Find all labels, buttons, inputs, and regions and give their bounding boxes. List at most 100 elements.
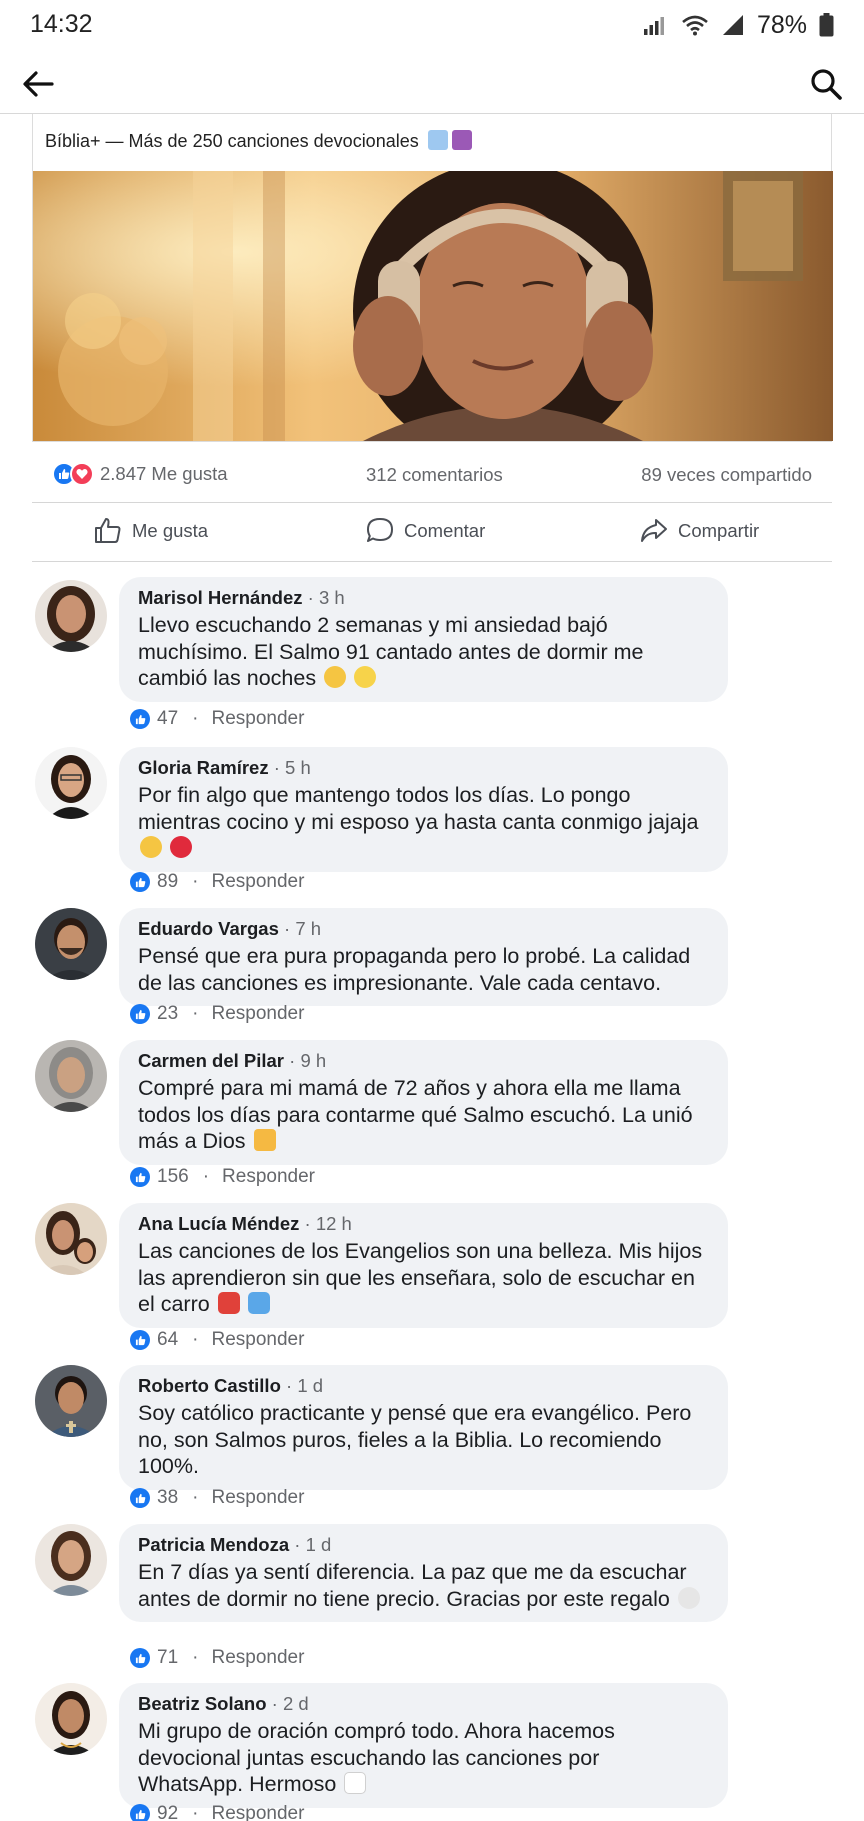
comment-author[interactable]: Gloria Ramírez <box>138 757 269 778</box>
reactions-summary[interactable]: 2.847 Me gusta <box>52 462 228 486</box>
comment-time: 12 h <box>315 1213 352 1234</box>
cross-icon <box>451 130 472 150</box>
comment-bubble: Gloria Ramírez · 5 h Por fin algo que ma… <box>119 747 728 872</box>
like-button[interactable]: Me gusta <box>94 517 208 544</box>
love-reaction-icon <box>70 462 94 486</box>
comment-author[interactable]: Carmen del Pilar <box>138 1050 284 1071</box>
music-note-icon <box>247 1292 270 1314</box>
praying-hands-icon <box>324 666 347 688</box>
battery-percent: 78% <box>756 10 807 39</box>
shares-count[interactable]: 89 veces compartido <box>641 464 812 486</box>
search-button[interactable] <box>806 65 846 103</box>
comment-author[interactable]: Marisol Hernández <box>138 587 303 608</box>
sparkles-icon <box>354 666 377 688</box>
like-count-icon <box>130 1804 150 1821</box>
comment-meta: 64 · Responder <box>130 1329 304 1351</box>
comment-author[interactable]: Roberto Castillo <box>138 1375 281 1396</box>
comment-time: 5 h <box>285 757 311 778</box>
comment-author[interactable]: Eduardo Vargas <box>138 918 279 939</box>
reply-button[interactable]: Responder <box>211 1329 304 1351</box>
like-count-icon <box>130 1330 150 1350</box>
comment-text: Compré para mi mamá de 72 años y ahora e… <box>138 1076 693 1153</box>
avatar[interactable] <box>35 580 107 652</box>
white-heart-icon <box>344 1772 367 1794</box>
share-arrow-icon <box>641 519 667 542</box>
comment-meta: 38 · Responder <box>130 1487 304 1509</box>
status-time: 14:32 <box>30 10 93 38</box>
avatar[interactable] <box>35 1365 107 1437</box>
reply-button[interactable]: Responder <box>222 1166 315 1188</box>
like-count-icon <box>130 1488 150 1508</box>
comment-meta: 47 · Responder <box>130 708 304 730</box>
reply-button[interactable]: Responder <box>211 1803 304 1821</box>
comment-like-count: 47 <box>157 708 179 729</box>
comment-meta: 92 · Responder <box>130 1803 304 1821</box>
status-bar: 14:32 78% <box>0 0 864 52</box>
comment-like-count: 23 <box>157 1003 179 1024</box>
post-card: Bíblia+ — Más de 250 canciones devociona… <box>32 114 833 442</box>
likes-count: 2.847 Me gusta <box>100 463 228 484</box>
comment-time: 2 d <box>282 1693 309 1714</box>
like-count-icon <box>130 1167 150 1187</box>
comment-meta: 23 · Responder <box>130 1003 304 1025</box>
comment-bubble-icon <box>367 518 393 542</box>
comment-text: Pensé que era pura propaganda pero lo pr… <box>138 944 691 995</box>
comment-meta: 89 · Responder <box>130 871 304 893</box>
like-button-label: Me gusta <box>132 519 209 541</box>
wifi-icon <box>682 15 708 36</box>
divider <box>32 561 832 562</box>
like-count-icon <box>130 872 150 892</box>
status-icons: 78% <box>643 10 834 40</box>
dove-icon <box>677 1586 700 1609</box>
reply-button[interactable]: Responder <box>211 871 304 893</box>
laughing-face-icon <box>140 836 162 858</box>
comment-like-count: 92 <box>157 1803 179 1821</box>
back-arrow-icon <box>23 71 54 97</box>
comment-bubble: Ana Lucía Méndez · 12 h Las canciones de… <box>119 1203 728 1328</box>
post-actions: Me gusta Comentar Compartir <box>32 503 832 561</box>
comment-text: Llevo escuchando 2 semanas y mi ansiedad… <box>138 613 644 690</box>
comment-author[interactable]: Beatriz Solano <box>138 1693 267 1714</box>
avatar[interactable] <box>35 1524 107 1596</box>
post-caption: Bíblia+ — Más de 250 canciones devociona… <box>45 130 472 152</box>
battery-icon <box>819 13 834 37</box>
reply-button[interactable]: Responder <box>211 1487 304 1509</box>
comments-count[interactable]: 312 comentarios <box>366 464 503 486</box>
avatar[interactable] <box>35 747 107 819</box>
avatar[interactable] <box>35 1683 107 1755</box>
comment-bubble: Eduardo Vargas · 7 h Pensé que era pura … <box>119 908 728 1006</box>
woman-headphones-image <box>33 171 833 441</box>
avatar[interactable] <box>35 908 107 980</box>
comment-bubble: Marisol Hernández · 3 h Llevo escuchando… <box>119 577 728 702</box>
comment-author[interactable]: Patricia Mendoza <box>138 1534 289 1555</box>
comment-text: En 7 días ya sentí diferencia. La paz qu… <box>138 1560 687 1611</box>
comment-text: Mi grupo de oración compró todo. Ahora h… <box>138 1719 615 1796</box>
back-button[interactable] <box>18 66 58 102</box>
reply-button[interactable]: Responder <box>211 708 304 730</box>
comment-meta: 71 · Responder <box>130 1647 304 1669</box>
comment-like-count: 38 <box>157 1487 179 1508</box>
reply-button[interactable]: Responder <box>211 1647 304 1669</box>
reply-button[interactable]: Responder <box>211 1003 304 1025</box>
comment-text: Por fin algo que mantengo todos los días… <box>138 783 699 834</box>
comment-author[interactable]: Ana Lucía Méndez <box>138 1213 299 1234</box>
comment-like-count: 71 <box>157 1647 179 1668</box>
comment-bubble: Roberto Castillo · 1 d Soy católico prac… <box>119 1365 728 1490</box>
comment-meta: 156 · Responder <box>130 1166 315 1188</box>
comment-time: 1 d <box>297 1375 324 1396</box>
comment-like-count: 156 <box>157 1166 189 1187</box>
reaction-icons <box>52 462 94 486</box>
share-button[interactable]: Compartir <box>640 517 759 544</box>
comment-button[interactable]: Comentar <box>366 517 485 544</box>
signal-icon <box>643 17 664 35</box>
comment-like-count: 89 <box>157 871 179 892</box>
comment-time: 1 d <box>305 1534 332 1555</box>
yellow-heart-icon <box>253 1129 276 1151</box>
avatar[interactable] <box>35 1040 107 1112</box>
post-image[interactable] <box>33 171 833 441</box>
comment-button-label: Comentar <box>404 519 486 541</box>
comment-bubble: Beatriz Solano · 2 d Mi grupo de oración… <box>119 1683 728 1808</box>
like-count-icon <box>130 709 150 729</box>
post-stats: 2.847 Me gusta 312 comentarios 89 veces … <box>52 456 812 492</box>
avatar[interactable] <box>35 1203 107 1275</box>
